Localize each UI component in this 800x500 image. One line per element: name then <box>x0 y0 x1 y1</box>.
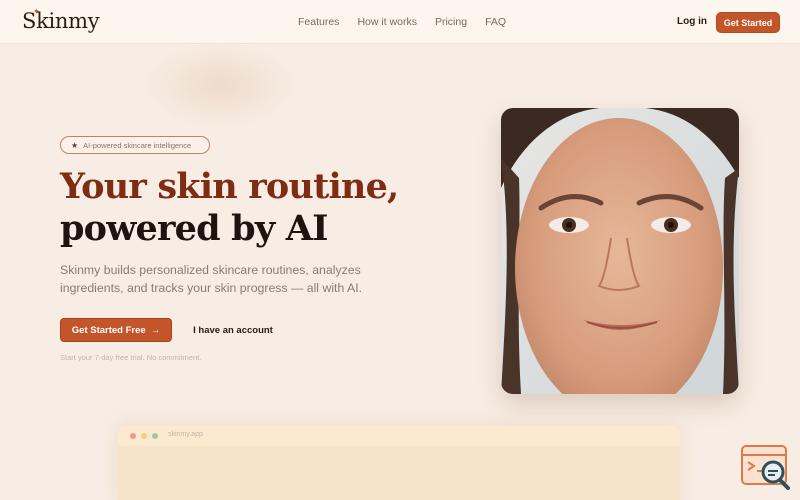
have-account-button[interactable]: I have an account <box>184 318 282 342</box>
window-close-dot <box>130 433 136 439</box>
trial-note: Start your 7-day free trial. No commitme… <box>60 353 202 362</box>
background-glow <box>140 40 300 130</box>
hero-title: Your skin routine, powered by AI <box>60 166 399 250</box>
nav-link-how-it-works[interactable]: How it works <box>357 16 417 28</box>
nav-link-faq[interactable]: FAQ <box>485 16 506 28</box>
app-preview-title: skinmy.app <box>168 431 203 438</box>
app-preview-titlebar: skinmy.app <box>118 426 680 446</box>
hero-title-line-2: powered by AI <box>60 208 329 249</box>
window-maximize-dot <box>152 433 158 439</box>
arrow-right-icon: → <box>150 324 161 336</box>
hero-title-line-1: Your skin routine, <box>60 166 399 207</box>
nav-links: Features How it works Pricing FAQ <box>298 16 506 28</box>
nav-link-features[interactable]: Features <box>298 16 339 28</box>
get-started-button[interactable]: Get Started <box>716 12 780 33</box>
top-navigation: Skinmy ✦ Features How it works Pricing F… <box>0 0 800 44</box>
hero-badge-text: AI-powered skincare intelligence <box>83 140 192 150</box>
login-link[interactable]: Log in <box>677 16 707 27</box>
hero-subtitle: Skinmy builds personalized skincare rout… <box>60 263 363 295</box>
hero-portrait-image <box>501 108 739 394</box>
nav-link-pricing[interactable]: Pricing <box>435 16 467 28</box>
search-doc-icon[interactable] <box>740 444 792 490</box>
window-minimize-dot <box>141 433 147 439</box>
hero-badge: ★ AI-powered skincare intelligence <box>60 136 210 154</box>
get-started-free-button[interactable]: Get Started Free → <box>60 318 172 342</box>
star-icon: ★ <box>71 140 79 150</box>
portrait-illustration <box>501 108 739 394</box>
logo-sparkle-icon: ✦ <box>33 7 40 16</box>
app-preview-window: skinmy.app <box>118 426 680 500</box>
get-started-free-label: Get Started Free <box>71 324 146 336</box>
